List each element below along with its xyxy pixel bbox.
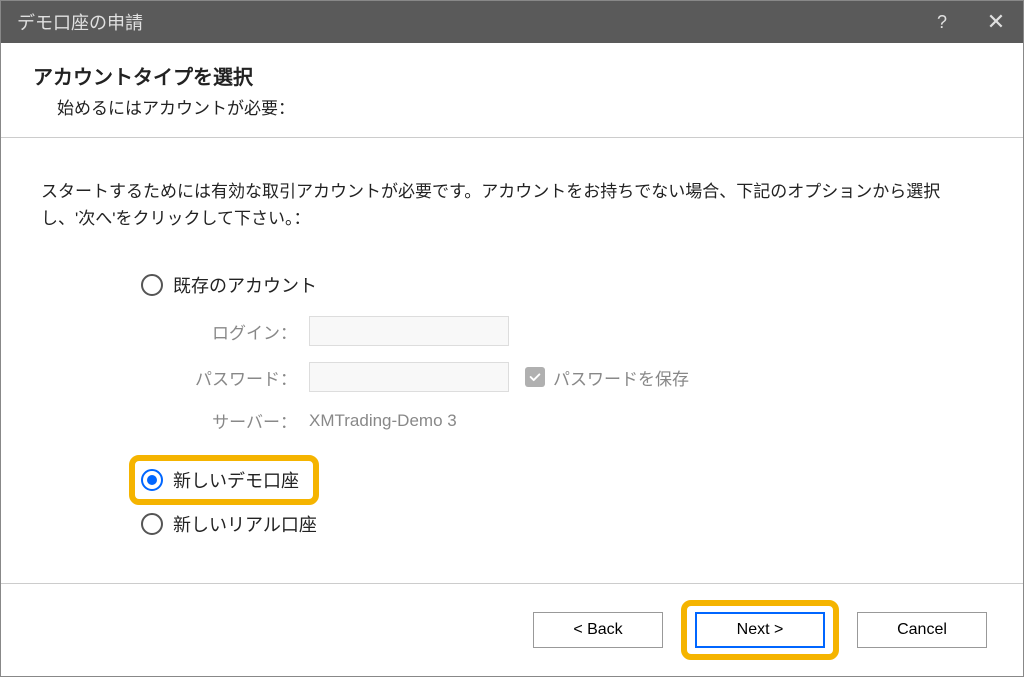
radio-new-demo-label: 新しいデモ口座 bbox=[173, 467, 299, 493]
server-row: サーバー： XMTrading-Demo 3 bbox=[177, 408, 983, 433]
password-input bbox=[309, 362, 509, 392]
save-password-checkbox: パスワードを保存 bbox=[525, 365, 689, 390]
radio-new-real-label: 新しいリアル口座 bbox=[173, 511, 317, 537]
window-title: デモ口座の申請 bbox=[17, 9, 915, 35]
help-button[interactable]: ? bbox=[915, 1, 969, 43]
help-icon: ? bbox=[937, 12, 947, 33]
next-button[interactable]: Next > bbox=[695, 612, 825, 648]
radio-circle-icon bbox=[141, 274, 163, 296]
titlebar: デモ口座の申請 ? ✕ bbox=[1, 1, 1023, 43]
login-input bbox=[309, 316, 509, 346]
page-subtitle: 始めるにはアカウントが必要： bbox=[57, 94, 1003, 119]
instruction-text: スタートするためには有効な取引アカウントが必要です。アカウントをお持ちでない場合… bbox=[41, 178, 983, 232]
existing-account-form: ログイン： パスワード： パスワードを保存 サーバー： XMTrading bbox=[177, 316, 983, 433]
header-section: アカウントタイプを選択 始めるにはアカウントが必要： bbox=[1, 43, 1023, 138]
content-area: スタートするためには有効な取引アカウントが必要です。アカウントをお持ちでない場合… bbox=[1, 138, 1023, 583]
server-label: サーバー： bbox=[177, 408, 297, 433]
next-button-highlight: Next > bbox=[681, 600, 839, 660]
back-button-label: < Back bbox=[573, 621, 622, 639]
cancel-button-label: Cancel bbox=[897, 621, 947, 639]
password-row: パスワード： パスワードを保存 bbox=[177, 362, 983, 392]
close-button[interactable]: ✕ bbox=[969, 1, 1023, 43]
radio-circle-icon bbox=[141, 469, 163, 491]
options-group: 既存のアカウント ログイン： パスワード： パスワードを保存 bbox=[41, 272, 983, 537]
next-button-label: Next > bbox=[737, 621, 784, 639]
page-title: アカウントタイプを選択 bbox=[33, 61, 1003, 90]
dialog-window: デモ口座の申請 ? ✕ アカウントタイプを選択 始めるにはアカウントが必要： ス… bbox=[0, 0, 1024, 677]
server-value: XMTrading-Demo 3 bbox=[309, 411, 457, 431]
radio-existing-account[interactable]: 既存のアカウント bbox=[141, 272, 983, 298]
radio-existing-label: 既存のアカウント bbox=[173, 272, 317, 298]
radio-new-demo-account[interactable]: 新しいデモ口座 bbox=[129, 455, 319, 505]
password-label: パスワード： bbox=[177, 365, 297, 390]
login-row: ログイン： bbox=[177, 316, 983, 346]
radio-circle-icon bbox=[141, 513, 163, 535]
back-button[interactable]: < Back bbox=[533, 612, 663, 648]
radio-new-real-account[interactable]: 新しいリアル口座 bbox=[141, 511, 983, 537]
save-password-label: パスワードを保存 bbox=[553, 365, 689, 390]
close-icon: ✕ bbox=[987, 9, 1005, 35]
cancel-button[interactable]: Cancel bbox=[857, 612, 987, 648]
checkbox-icon bbox=[525, 367, 545, 387]
login-label: ログイン： bbox=[177, 319, 297, 344]
footer-buttons: < Back Next > Cancel bbox=[1, 583, 1023, 676]
